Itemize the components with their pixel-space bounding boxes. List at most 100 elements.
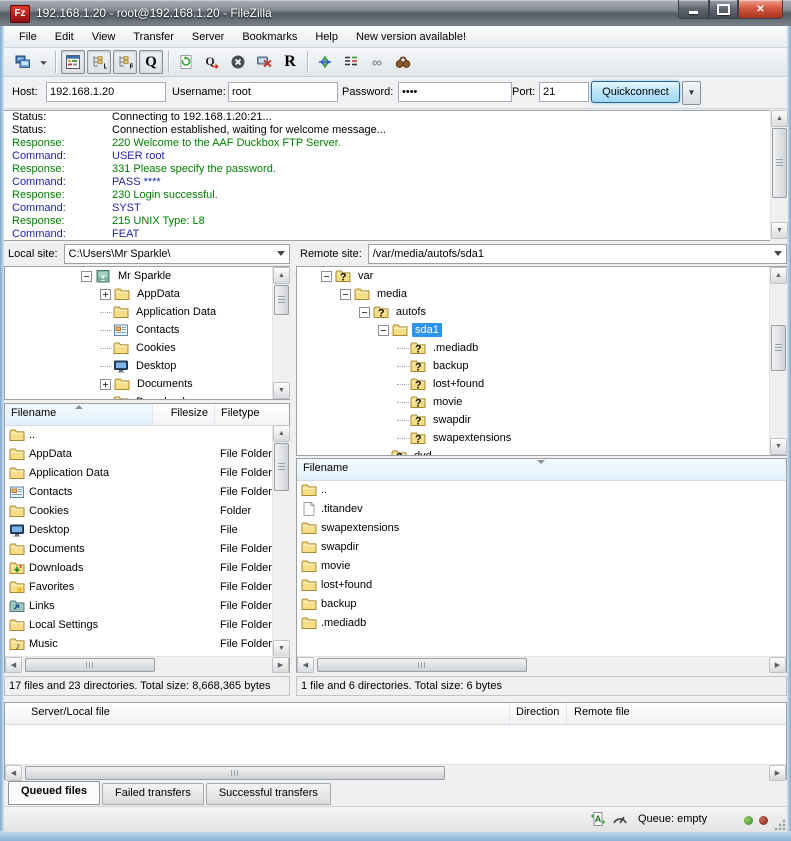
scroll-down-icon[interactable]: ▼ (770, 438, 787, 455)
local-list-vscrollbar[interactable]: ▲ ▼ (272, 425, 290, 657)
log-scrollbar-thumb[interactable] (772, 128, 787, 198)
menu-file[interactable]: File (10, 27, 46, 47)
collapse-icon[interactable] (340, 289, 351, 300)
menu-bookmarks[interactable]: Bookmarks (233, 27, 306, 47)
tree-item-downloads[interactable]: Downloads (5, 393, 289, 400)
file-row-music[interactable]: ♪MusicFile Folder (5, 634, 272, 653)
tab-failed-transfers[interactable]: Failed transfers (102, 783, 204, 805)
queue-col-direction[interactable]: Direction (516, 706, 559, 718)
cancel-button[interactable] (226, 50, 250, 74)
remote-site-combo[interactable]: /var/media/autofs/sda1 (368, 244, 787, 264)
chevron-down-icon[interactable] (277, 251, 285, 256)
menu-transfer[interactable]: Transfer (124, 27, 183, 47)
menu-edit[interactable]: Edit (46, 27, 83, 47)
scroll-left-icon[interactable]: ◀ (5, 657, 22, 673)
site-manager-dropdown[interactable] (37, 50, 50, 74)
remote-list-hscrollbar[interactable]: ◀ ▶ (297, 656, 786, 673)
local-list-hscrollbar-thumb[interactable] (25, 658, 155, 672)
file-row-downloads[interactable]: DownloadsFile Folder (5, 558, 272, 577)
speed-limit-gauge-icon[interactable] (612, 812, 628, 829)
tree-item-documents[interactable]: Documents (5, 375, 289, 393)
scroll-down-icon[interactable]: ▼ (771, 222, 788, 239)
directory-listing-compare-button[interactable] (339, 50, 363, 74)
queue-hscrollbar-thumb[interactable] (25, 766, 445, 780)
directory-comparison-arrows-button[interactable] (313, 50, 337, 74)
minimize-button[interactable] (678, 0, 709, 19)
file-row-documents[interactable]: DocumentsFile Folder (5, 539, 272, 558)
tree-item-autofs[interactable]: ?autofs (297, 303, 786, 321)
tree-item-mr-sparkle[interactable]: Mr Sparkle (5, 267, 289, 285)
tree-item--mediadb[interactable]: ?.mediadb (297, 339, 786, 357)
title-bar[interactable]: Fz 192.168.1.20 - root@192.168.1.20 - Fi… (0, 0, 791, 26)
host-input[interactable] (46, 82, 166, 102)
tree-item-media[interactable]: media (297, 285, 786, 303)
transfer-type-icon[interactable]: A (590, 811, 606, 830)
tree-item-cookies[interactable]: Cookies (5, 339, 289, 357)
file-row-swapextensions[interactable]: swapextensions (297, 518, 786, 537)
scroll-down-icon[interactable]: ▼ (273, 382, 290, 399)
scroll-up-icon[interactable]: ▲ (771, 110, 788, 127)
quickconnect-button[interactable]: Quickconnect (591, 81, 680, 103)
file-row-links[interactable]: LinksFile Folder (5, 596, 272, 615)
reconnect-button[interactable]: R (278, 50, 302, 74)
site-manager-button[interactable] (11, 50, 35, 74)
queue-col-local[interactable]: Server/Local file (31, 706, 110, 718)
queue-hscrollbar[interactable]: ◀ ▶ (5, 764, 786, 781)
queue-col-remote[interactable]: Remote file (574, 706, 630, 718)
column-divider[interactable] (566, 703, 567, 724)
maximize-button[interactable] (709, 0, 738, 19)
port-input[interactable] (539, 82, 589, 102)
file-row-favorites[interactable]: ★FavoritesFile Folder (5, 577, 272, 596)
local-tree-scrollbar-thumb[interactable] (274, 285, 289, 315)
file-row-appdata[interactable]: AppDataFile Folder (5, 444, 272, 463)
file-row-desktop[interactable]: DesktopFile (5, 520, 272, 539)
scroll-left-icon[interactable]: ◀ (297, 657, 314, 673)
tree-item-swapdir[interactable]: ?swapdir (297, 411, 786, 429)
local-tree-scrollbar[interactable]: ▲ ▼ (272, 267, 290, 399)
local-list-vscrollbar-thumb[interactable] (274, 443, 289, 491)
tree-item-lost-found[interactable]: ?lost+found (297, 375, 786, 393)
file-row--[interactable]: .. (297, 480, 786, 499)
file-row--[interactable]: .. (5, 425, 272, 444)
username-input[interactable] (228, 82, 338, 102)
toggle-message-log-button[interactable] (61, 50, 85, 74)
file-row-contacts[interactable]: ContactsFile Folder (5, 482, 272, 501)
process-queue-button[interactable]: Q (200, 50, 224, 74)
close-button[interactable]: ✕ (738, 0, 783, 19)
scroll-down-icon[interactable]: ▼ (273, 640, 290, 657)
column-divider[interactable] (509, 703, 510, 724)
menu-new-version[interactable]: New version available! (347, 27, 475, 47)
tree-item-var[interactable]: ?var (297, 267, 786, 285)
disconnect-button[interactable] (252, 50, 276, 74)
local-list-hscrollbar[interactable]: ◀ ▶ (5, 656, 289, 673)
file-row--mediadb[interactable]: .mediadb (297, 613, 786, 632)
quickconnect-dropdown[interactable]: ▼ (682, 81, 701, 105)
tree-item-swapextensions[interactable]: ?swapextensions (297, 429, 786, 447)
collapse-icon[interactable] (359, 307, 370, 318)
refresh-button[interactable] (174, 50, 198, 74)
file-row-local-settings[interactable]: Local SettingsFile Folder (5, 615, 272, 634)
menu-help[interactable]: Help (306, 27, 347, 47)
scroll-right-icon[interactable]: ▶ (272, 657, 289, 673)
expand-icon[interactable] (100, 289, 111, 300)
file-row-movie[interactable]: movie (297, 556, 786, 575)
file-row-swapdir[interactable]: swapdir (297, 537, 786, 556)
toggle-queue-button[interactable]: Q (139, 50, 163, 74)
tab-queued-files[interactable]: Queued files (8, 781, 100, 805)
remote-tree-scrollbar[interactable]: ▲ ▼ (769, 267, 787, 455)
chevron-down-icon[interactable] (774, 251, 782, 256)
file-row-backup[interactable]: backup (297, 594, 786, 613)
file-row-application-data[interactable]: Application DataFile Folder (5, 463, 272, 482)
file-row--titandev[interactable]: .titandev (297, 499, 786, 518)
local-col-filesize[interactable]: Filesize (153, 404, 215, 425)
file-search-button[interactable] (391, 50, 415, 74)
tree-item-application-data[interactable]: Application Data (5, 303, 289, 321)
collapse-icon[interactable] (378, 325, 389, 336)
scroll-right-icon[interactable]: ▶ (769, 657, 786, 673)
tree-item-contacts[interactable]: Contacts (5, 321, 289, 339)
scroll-right-icon[interactable]: ▶ (769, 765, 786, 781)
tree-item-dvd[interactable]: ?dvd (297, 447, 786, 456)
scroll-up-icon[interactable]: ▲ (273, 425, 290, 442)
resize-grip[interactable] (774, 819, 786, 831)
toggle-local-tree-button[interactable]: L (87, 50, 111, 74)
